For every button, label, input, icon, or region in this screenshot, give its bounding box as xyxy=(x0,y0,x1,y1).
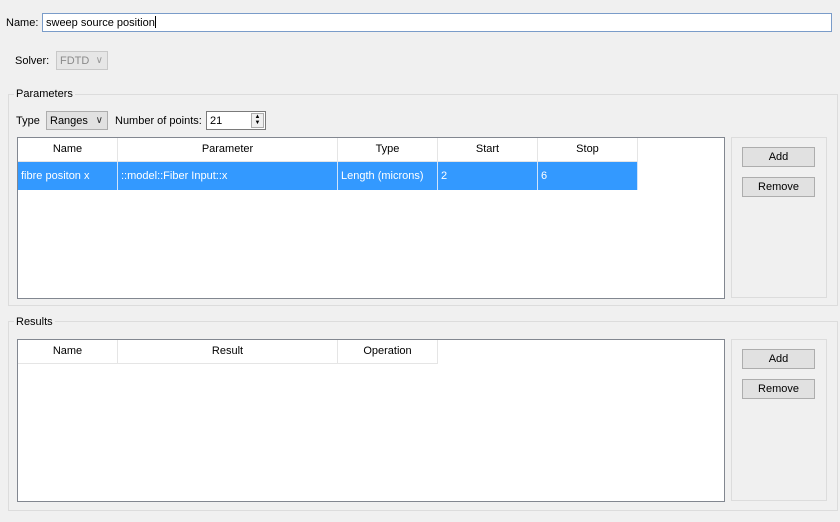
sweep-dialog: Name: sweep source position Solver: FDTD… xyxy=(0,0,840,522)
number-of-points-spinbox[interactable]: 21 ▲ ▼ xyxy=(206,111,266,130)
add-result-button[interactable]: Add xyxy=(742,349,815,369)
number-of-points-label: Number of points: xyxy=(115,115,202,127)
column-header-type[interactable]: Type xyxy=(338,138,438,162)
cell-type[interactable]: Length (microns) xyxy=(338,162,438,190)
type-select[interactable]: Ranges ∨ xyxy=(46,111,108,130)
cell-parameter[interactable]: ::model::Fiber Input::x xyxy=(118,162,338,190)
spin-down-icon[interactable]: ▼ xyxy=(252,120,263,126)
results-group-title: Results xyxy=(14,316,55,328)
cell-stop[interactable]: 6 xyxy=(538,162,638,190)
column-header-start[interactable]: Start xyxy=(438,138,538,162)
column-header-name[interactable]: Name xyxy=(18,138,118,162)
solver-select: FDTD ∨ xyxy=(56,51,108,70)
spin-buttons[interactable]: ▲ ▼ xyxy=(251,113,264,128)
name-value: sweep source position xyxy=(46,17,155,29)
remove-parameter-button[interactable]: Remove xyxy=(742,177,815,197)
column-header-stop[interactable]: Stop xyxy=(538,138,638,162)
solver-value: FDTD xyxy=(60,55,90,67)
column-header-name[interactable]: Name xyxy=(18,340,118,364)
chevron-down-icon: ∨ xyxy=(95,55,103,66)
type-value: Ranges xyxy=(50,115,88,127)
remove-result-button[interactable]: Remove xyxy=(742,379,815,399)
results-table-header: Name Result Operation xyxy=(18,340,724,364)
parameters-group-title: Parameters xyxy=(14,88,75,100)
parameters-table: Name Parameter Type Start Stop fibre pos… xyxy=(17,137,725,299)
table-row[interactable]: fibre positon x ::model::Fiber Input::x … xyxy=(18,162,724,190)
cell-start[interactable]: 2 xyxy=(438,162,538,190)
number-of-points-value: 21 xyxy=(210,115,223,127)
column-header-parameter[interactable]: Parameter xyxy=(118,138,338,162)
text-caret xyxy=(154,16,156,28)
results-table: Name Result Operation xyxy=(17,339,725,502)
column-header-operation[interactable]: Operation xyxy=(338,340,438,364)
cell-name[interactable]: fibre positon x xyxy=(18,162,118,190)
parameters-table-header: Name Parameter Type Start Stop xyxy=(18,138,724,162)
chevron-down-icon: ∨ xyxy=(95,115,103,126)
column-header-result[interactable]: Result xyxy=(118,340,338,364)
solver-label: Solver: xyxy=(15,55,50,67)
add-parameter-button[interactable]: Add xyxy=(742,147,815,167)
type-label: Type xyxy=(16,115,40,127)
name-input[interactable]: sweep source position xyxy=(42,13,832,32)
name-label: Name: xyxy=(6,17,39,29)
